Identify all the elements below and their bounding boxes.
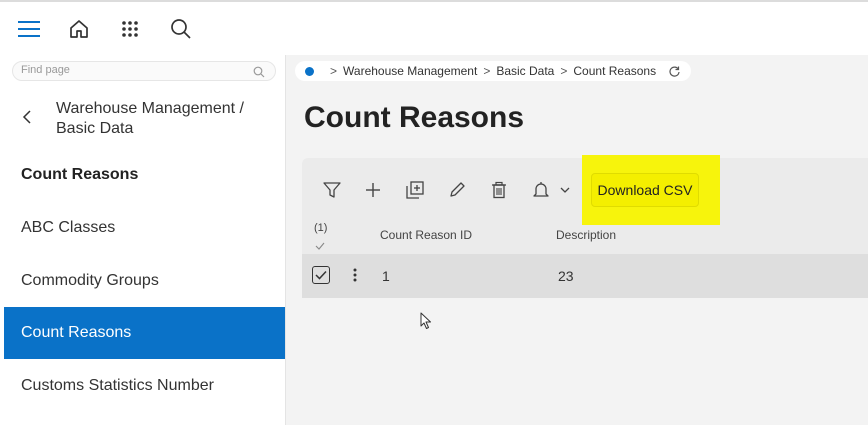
- breadcrumb-item-count-reasons: Count Reasons: [573, 64, 657, 78]
- chevron-right-icon: >: [330, 64, 338, 78]
- breadcrumb-item-basic-data[interactable]: Basic Data: [496, 64, 554, 78]
- sidebar-item-count-reasons[interactable]: Count Reasons: [4, 307, 285, 359]
- filter-icon[interactable]: [320, 178, 344, 202]
- row-checkbox[interactable]: [312, 266, 330, 284]
- search-icon[interactable]: [166, 14, 196, 44]
- sidebar-item-customs-statistics-number[interactable]: Customs Statistics Number: [4, 360, 285, 412]
- sidebar-header-count-reasons: Count Reasons: [21, 166, 139, 183]
- row-more-options-icon[interactable]: [350, 266, 360, 284]
- page-title: Count Reasons: [304, 101, 525, 134]
- breadcrumb-home-dot[interactable]: [305, 66, 314, 76]
- delete-icon[interactable]: [487, 178, 511, 202]
- chevron-right-icon: >: [483, 64, 491, 78]
- apps-grid-icon[interactable]: [115, 14, 145, 44]
- home-icon[interactable]: [64, 14, 94, 44]
- breadcrumb: > Warehouse Management > Basic Data > Co…: [295, 61, 692, 81]
- hamburger-icon[interactable]: [14, 14, 44, 44]
- find-page-input[interactable]: [21, 64, 241, 76]
- mouse-cursor-icon: [420, 312, 432, 335]
- sidebar-path-label: Warehouse Management / Basic Data: [56, 100, 244, 137]
- sidebar-item-abc-classes[interactable]: ABC Classes: [4, 202, 285, 254]
- find-page-field[interactable]: [12, 61, 276, 81]
- sidebar-item-commodity-groups[interactable]: Commodity Groups: [4, 255, 285, 307]
- breadcrumb-item-warehouse-management[interactable]: Warehouse Management: [343, 64, 477, 78]
- chevron-right-icon: >: [560, 64, 568, 78]
- cell-count-reason-id: 1: [382, 268, 390, 284]
- duplicate-icon[interactable]: [403, 178, 427, 202]
- search-icon[interactable]: [253, 65, 265, 83]
- select-all-check-icon[interactable]: [315, 237, 325, 255]
- column-header-count-reason-id[interactable]: Count Reason ID: [380, 228, 472, 242]
- top-bar: [0, 0, 868, 55]
- sidebar-back-row[interactable]: Warehouse Management / Basic Data: [0, 95, 285, 145]
- chevron-left-icon[interactable]: [22, 109, 32, 130]
- chevron-down-icon[interactable]: [553, 178, 577, 202]
- bell-icon[interactable]: [529, 178, 553, 202]
- selection-count: (1): [314, 222, 328, 234]
- cell-description: 23: [558, 268, 574, 284]
- add-icon[interactable]: [361, 178, 385, 202]
- sidebar: Warehouse Management / Basic Data Count …: [0, 55, 286, 425]
- edit-icon[interactable]: [445, 178, 469, 202]
- download-csv-button[interactable]: Download CSV: [591, 173, 699, 207]
- column-header-description[interactable]: Description: [556, 228, 616, 242]
- refresh-icon[interactable]: [668, 65, 681, 78]
